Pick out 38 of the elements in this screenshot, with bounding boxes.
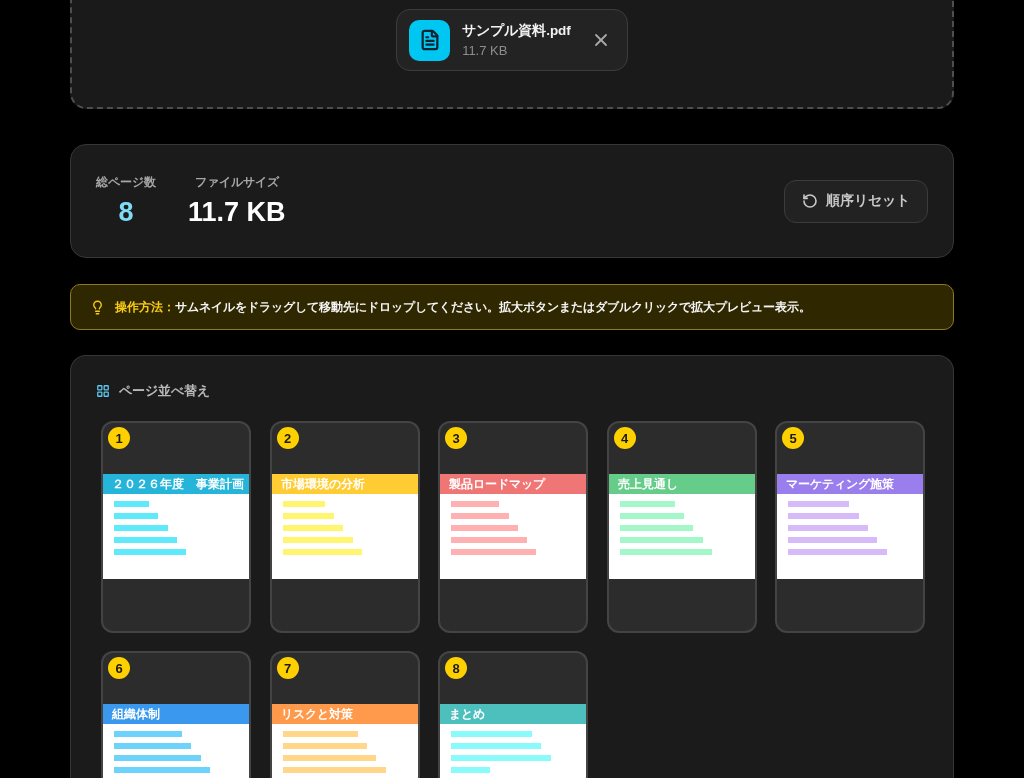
page-number-badge: 4 (613, 427, 636, 449)
page-thumbnail[interactable]: 5 マーケティング施策 (775, 421, 925, 633)
page-title-bar: 製品ロードマップ (440, 474, 586, 494)
reset-order-button[interactable]: 順序リセット (784, 179, 928, 223)
page-number-badge: 1 (108, 427, 130, 449)
page-title-bar: 市場環境の分析 (271, 474, 418, 494)
page-title-bar: 組織体制 (103, 704, 249, 724)
reset-icon (802, 193, 818, 209)
stat-label: 総ページ数 (96, 174, 156, 191)
page-number-badge: 2 (276, 427, 299, 449)
page-title-bar: 売上見通し (608, 474, 755, 494)
page-title-bar: ２０２６年度 事業計画 (103, 474, 249, 494)
page-title-bar: まとめ (440, 704, 586, 724)
page-title-bar: マーケティング施策 (777, 474, 923, 494)
page-number-badge: 3 (445, 427, 467, 449)
file-size: 11.7 KB (462, 43, 509, 58)
stat-value: 8 (118, 197, 134, 228)
grid-icon (96, 384, 110, 398)
page-thumbnail[interactable]: 2 市場環境の分析 (269, 421, 420, 633)
file-name: サンプル資料.pdf (462, 22, 571, 40)
page-number-badge: 6 (108, 657, 130, 679)
page-thumbnail[interactable]: 1 ２０２６年度 事業計画 (101, 421, 251, 633)
stat-label: ファイルサイズ (194, 174, 279, 191)
page-thumbnail[interactable]: 4 売上見通し (606, 421, 757, 633)
hint-text: 操作方法：サムネイルをドラッグして移動先にドロップしてください。拡大ボタンまたはダブルクリックで拡大プレビュー表示。 (115, 298, 811, 316)
page-title-bar: リスクと対策 (271, 704, 418, 724)
file-icon (409, 19, 451, 61)
page-number-badge: 8 (445, 657, 467, 679)
page-number-badge: 5 (782, 427, 804, 449)
page-thumbnail[interactable]: 6 組織体制 (101, 651, 251, 778)
stat-value: 11.7 KB (188, 197, 286, 228)
page-thumbnail[interactable]: 3 製品ロードマップ (438, 421, 588, 633)
page-thumbnail[interactable]: 8 まとめ (438, 651, 588, 778)
drop-zone[interactable]: サンプル資料.pdf 11.7 KB (70, 0, 954, 109)
lightbulb-icon (90, 299, 105, 315)
section-title: ページ並べ替え (119, 382, 210, 400)
page-number-badge: 7 (276, 657, 299, 679)
page-thumbnail[interactable]: 7 リスクと対策 (269, 651, 420, 778)
